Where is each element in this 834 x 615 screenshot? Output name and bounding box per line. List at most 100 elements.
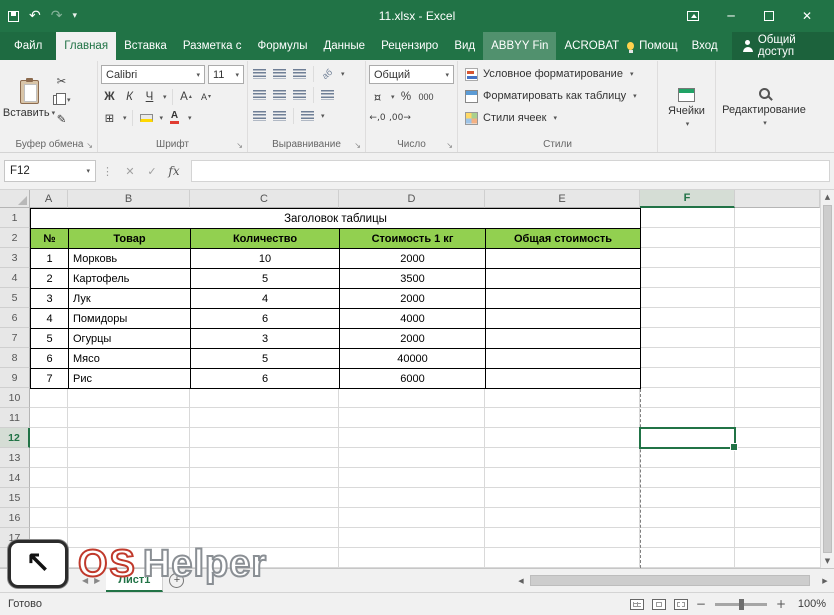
horizontal-scrollbar-track[interactable] bbox=[528, 574, 818, 587]
italic-button[interactable]: К bbox=[121, 88, 138, 105]
paste-button[interactable]: Вставить▾ bbox=[5, 63, 53, 136]
row-header-3[interactable]: 3 bbox=[0, 248, 30, 268]
table-cell[interactable]: 40000 bbox=[339, 348, 486, 369]
column-header-E[interactable]: E bbox=[485, 190, 640, 208]
table-cell[interactable]: 4 bbox=[30, 308, 69, 329]
borders-button[interactable]: ⊞ bbox=[101, 109, 118, 126]
table-header-cell[interactable]: Общая стоимость bbox=[485, 228, 641, 249]
table-cell[interactable]: 3 bbox=[30, 288, 69, 309]
tab-Рецензиро[interactable]: Рецензиро bbox=[373, 32, 446, 60]
table-header-cell[interactable]: Товар bbox=[68, 228, 191, 249]
formula-input[interactable] bbox=[191, 160, 830, 182]
decrease-indent-button[interactable] bbox=[251, 107, 268, 124]
table-cell[interactable] bbox=[485, 348, 641, 369]
horizontal-scrollbar[interactable]: ◀ ▶ bbox=[514, 572, 832, 589]
fill-color-button[interactable] bbox=[138, 109, 155, 126]
row-header-15[interactable]: 15 bbox=[0, 488, 30, 508]
table-cell[interactable]: 2 bbox=[30, 268, 69, 289]
table-cell[interactable]: 3500 bbox=[339, 268, 486, 289]
table-cell[interactable]: 5 bbox=[190, 268, 340, 289]
tab-help[interactable]: Помощ bbox=[639, 40, 677, 52]
row-header-8[interactable]: 8 bbox=[0, 348, 30, 368]
font-color-button[interactable]: А bbox=[166, 109, 183, 126]
horizontal-scrollbar-thumb[interactable] bbox=[530, 575, 810, 586]
merge-center-button[interactable] bbox=[299, 107, 316, 124]
table-cell[interactable] bbox=[485, 308, 641, 329]
ribbon-display-options-button[interactable] bbox=[674, 0, 712, 32]
tab-ABBYY Fin[interactable]: ABBYY Fin bbox=[483, 32, 556, 60]
scroll-down-icon[interactable]: ▼ bbox=[821, 554, 834, 568]
conditional-formatting-button[interactable]: Условное форматирование ▾ bbox=[461, 63, 654, 85]
dialog-launcher-icon[interactable]: ↘ bbox=[354, 141, 361, 150]
table-cell[interactable]: Лук bbox=[68, 288, 191, 309]
close-button[interactable]: ✕ bbox=[788, 0, 826, 32]
zoom-out-icon[interactable]: − bbox=[694, 597, 708, 611]
table-cell[interactable]: 7 bbox=[30, 368, 69, 389]
table-cell[interactable] bbox=[485, 268, 641, 289]
table-cell[interactable]: 10 bbox=[190, 248, 340, 269]
row-header-13[interactable]: 13 bbox=[0, 448, 30, 468]
number-format-select[interactable]: Общий▾ bbox=[369, 65, 454, 84]
format-painter-icon[interactable]: ✎ bbox=[53, 110, 70, 127]
table-cell[interactable]: 6 bbox=[190, 308, 340, 329]
align-right-button[interactable] bbox=[291, 86, 308, 103]
customize-qat-icon[interactable]: ▾ bbox=[72, 11, 77, 21]
table-header-cell[interactable]: Стоимость 1 кг bbox=[339, 228, 486, 249]
cell-styles-button[interactable]: Стили ячеек ▾ bbox=[461, 107, 654, 129]
align-left-button[interactable] bbox=[251, 86, 268, 103]
align-top-button[interactable] bbox=[251, 65, 268, 82]
table-cell[interactable] bbox=[485, 248, 641, 269]
redo-icon[interactable]: ↷ bbox=[51, 8, 63, 24]
row-header-16[interactable]: 16 bbox=[0, 508, 30, 528]
row-header-1[interactable]: 1 bbox=[0, 208, 30, 228]
row-header-11[interactable]: 11 bbox=[0, 408, 30, 428]
table-cell[interactable]: 5 bbox=[190, 348, 340, 369]
bold-button[interactable]: Ж bbox=[101, 88, 118, 105]
table-cell[interactable]: 4 bbox=[190, 288, 340, 309]
tab-Вид[interactable]: Вид bbox=[446, 32, 483, 60]
editing-button[interactable]: Редактирование ▾ bbox=[719, 63, 809, 152]
align-center-button[interactable] bbox=[271, 86, 288, 103]
zoom-slider-thumb[interactable] bbox=[739, 599, 744, 610]
orientation-button[interactable]: аб bbox=[319, 65, 336, 82]
table-cell[interactable]: 3 bbox=[190, 328, 340, 349]
selected-cell-outline[interactable] bbox=[639, 427, 736, 449]
align-bottom-button[interactable] bbox=[291, 65, 308, 82]
name-box[interactable]: F12 ▾ bbox=[4, 160, 96, 182]
table-cell[interactable]: Картофель bbox=[68, 268, 191, 289]
row-header-10[interactable]: 10 bbox=[0, 388, 30, 408]
table-cell[interactable]: 2000 bbox=[339, 328, 486, 349]
table-cell[interactable] bbox=[485, 328, 641, 349]
column-header-C[interactable]: C bbox=[190, 190, 339, 208]
normal-view-icon[interactable] bbox=[630, 599, 644, 610]
sign-in-link[interactable]: Вход bbox=[692, 40, 718, 52]
table-cell[interactable]: 6 bbox=[190, 368, 340, 389]
row-header-6[interactable]: 6 bbox=[0, 308, 30, 328]
dialog-launcher-icon[interactable]: ↘ bbox=[86, 141, 93, 150]
zoom-in-icon[interactable]: + bbox=[774, 597, 788, 611]
cells-button[interactable]: Ячейки ▾ bbox=[661, 63, 712, 152]
column-header-B[interactable]: B bbox=[68, 190, 190, 208]
table-cell[interactable]: 2000 bbox=[339, 248, 486, 269]
copy-button[interactable]: ▾ bbox=[53, 91, 71, 108]
share-button[interactable]: Общий доступ bbox=[732, 32, 834, 60]
zoom-level[interactable]: 100% bbox=[792, 598, 826, 610]
page-break-view-icon[interactable] bbox=[674, 599, 688, 610]
save-icon[interactable] bbox=[8, 11, 19, 22]
table-cell[interactable]: 5 bbox=[30, 328, 69, 349]
comma-format-button[interactable]: 000 bbox=[418, 88, 435, 105]
table-cell[interactable]: Огурцы bbox=[68, 328, 191, 349]
page-layout-view-icon[interactable] bbox=[652, 599, 666, 610]
table-cell[interactable]: Мясо bbox=[68, 348, 191, 369]
table-cell[interactable]: 4000 bbox=[339, 308, 486, 329]
vertical-scrollbar-thumb[interactable] bbox=[823, 205, 832, 553]
merged-title-cell[interactable]: Заголовок таблицы bbox=[30, 208, 641, 229]
row-header-14[interactable]: 14 bbox=[0, 468, 30, 488]
minimize-button[interactable]: ─ bbox=[712, 0, 750, 32]
table-cell[interactable]: Морковь bbox=[68, 248, 191, 269]
grow-font-button[interactable]: А▴ bbox=[178, 88, 195, 105]
select-all-corner[interactable] bbox=[0, 190, 30, 208]
font-size-select[interactable]: 11▾ bbox=[208, 65, 244, 84]
column-header-D[interactable]: D bbox=[339, 190, 485, 208]
tab-Формулы[interactable]: Формулы bbox=[249, 32, 315, 60]
